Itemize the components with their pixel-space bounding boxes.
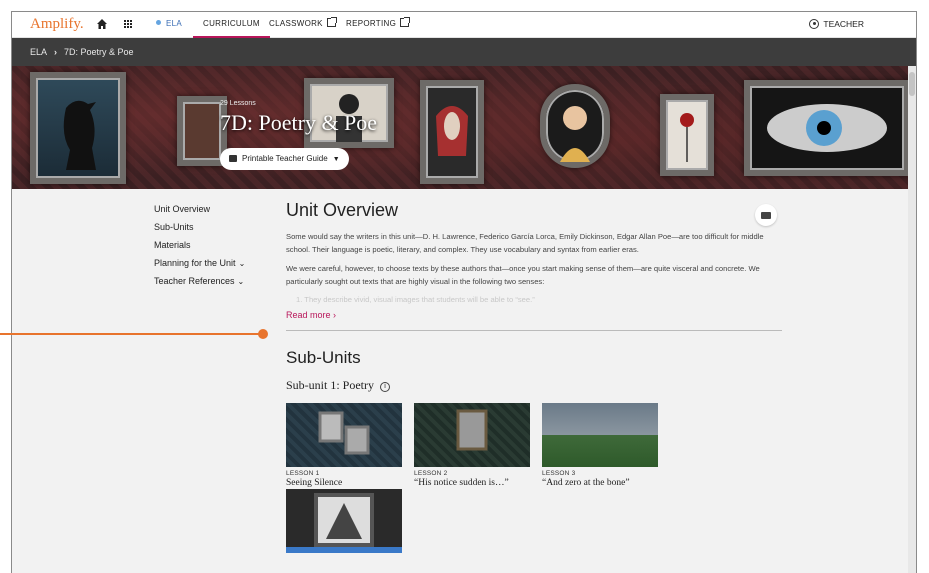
scrollbar-thumb[interactable] <box>909 72 915 96</box>
overview-faded-text: 1. They describe vivid, visual images th… <box>296 295 535 304</box>
read-more-label: Read more <box>286 310 331 320</box>
raven-portrait <box>30 72 126 184</box>
subnav-planning[interactable]: Planning for the Unit ⌄ <box>154 258 245 268</box>
lesson-4-thumbnail <box>286 489 402 553</box>
unit-hero-banner: 29 Lessons 7D: Poetry & Poe Printable Te… <box>12 66 916 189</box>
lesson-card[interactable]: LESSON 3 “And zero at the bone” <box>542 403 658 488</box>
unit-subnav: Unit Overview Sub-Units Materials Planni… <box>154 204 245 294</box>
lesson-card[interactable]: LESSON 2 “His notice sudden is…” <box>414 403 530 488</box>
subunit-1-title: Sub-unit 1: Poetry <box>286 378 375 392</box>
subunit-1-heading: Sub-unit 1: Poetry i <box>286 378 782 393</box>
lesson-title: “His notice sudden is…” <box>414 478 509 488</box>
page-scrollbar[interactable] <box>908 66 916 573</box>
chevron-right-icon: › <box>333 310 337 320</box>
top-nav: Amplify. ELA CURRICULUM CLASSWORK REPORT… <box>12 12 916 38</box>
lesson-cards: LESSON 1 Seeing Silence LESSON 2 “His no… <box>286 403 782 563</box>
lesson-2-thumbnail <box>414 403 530 467</box>
breadcrumb-separator: › <box>54 47 58 57</box>
subnav-unit-overview[interactable]: Unit Overview <box>154 204 245 214</box>
chevron-down-icon: ⌄ <box>238 259 246 268</box>
ela-dot-icon <box>156 20 161 25</box>
guide-button-label: Printable Teacher Guide <box>242 154 328 163</box>
overview-paragraph-1: Some would say the writers in this unit—… <box>286 232 764 254</box>
nav-classwork-label: CLASSWORK <box>269 19 323 28</box>
lesson-card[interactable]: LESSON 1 Seeing Silence <box>286 403 402 488</box>
nav-ela-label: ELA <box>166 19 183 28</box>
lesson-3-thumbnail <box>542 403 658 467</box>
lesson-title: Seeing Silence <box>286 478 343 488</box>
portrait-frame <box>540 84 610 168</box>
main-content: Unit Overview Some would say the writers… <box>286 200 782 563</box>
printable-teacher-guide-button[interactable]: Printable Teacher Guide ▼ <box>220 148 349 170</box>
rose-portrait <box>660 94 714 176</box>
printer-icon <box>229 155 237 162</box>
nav-reporting[interactable]: REPORTING <box>346 12 411 38</box>
read-more-link[interactable]: Read more › <box>286 310 782 320</box>
unit-overview-heading: Unit Overview <box>286 200 399 220</box>
lesson-number: LESSON 1 <box>286 470 320 477</box>
eye-portrait <box>744 80 910 176</box>
subnav-planning-label: Planning for the Unit <box>154 258 236 268</box>
lesson-number: LESSON 3 <box>542 470 576 477</box>
user-menu[interactable]: TEACHER <box>809 12 864 36</box>
sub-units-heading: Sub-Units <box>286 348 361 367</box>
lesson-number: LESSON 2 <box>414 470 448 477</box>
annotation-pointer-line <box>0 333 260 335</box>
lesson-title: “And zero at the bone” <box>542 478 630 488</box>
apps-grid-icon[interactable] <box>120 16 136 32</box>
portrait-frame <box>420 80 484 184</box>
nav-ela[interactable]: ELA <box>156 12 182 38</box>
breadcrumb: ELA › 7D: Poetry & Poe <box>12 38 916 66</box>
nav-reporting-label: REPORTING <box>346 19 397 28</box>
subnav-teacher-references-label: Teacher References <box>154 276 235 286</box>
info-icon[interactable]: i <box>380 382 391 392</box>
annotation-pointer-dot <box>258 329 268 339</box>
subnav-materials[interactable]: Materials <box>154 240 245 250</box>
nav-classwork[interactable]: CLASSWORK <box>269 12 337 38</box>
section-divider <box>286 330 782 331</box>
user-icon <box>809 19 820 29</box>
lesson-card[interactable] <box>286 489 402 553</box>
home-icon[interactable] <box>94 16 110 32</box>
print-button[interactable] <box>755 204 777 226</box>
external-link-icon <box>400 17 411 27</box>
amplify-logo[interactable]: Amplify. <box>30 16 84 33</box>
subnav-teacher-references[interactable]: Teacher References ⌄ <box>154 276 245 286</box>
subnav-sub-units[interactable]: Sub-Units <box>154 222 245 232</box>
unit-title: 7D: Poetry & Poe <box>220 110 378 135</box>
lesson-1-thumbnail <box>286 403 402 467</box>
user-name: TEACHER <box>823 19 864 29</box>
browser-frame: Amplify. ELA CURRICULUM CLASSWORK REPORT… <box>11 11 917 573</box>
breadcrumb-ela[interactable]: ELA <box>30 47 47 57</box>
overview-paragraph-2: We were careful, however, to choose text… <box>286 264 760 286</box>
chevron-down-icon: ⌄ <box>237 277 245 286</box>
caret-down-icon: ▼ <box>332 156 340 163</box>
breadcrumb-current: 7D: Poetry & Poe <box>64 47 134 57</box>
lesson-count: 29 Lessons <box>220 100 256 107</box>
nav-curriculum[interactable]: CURRICULUM <box>193 12 270 38</box>
external-link-icon <box>326 17 337 27</box>
